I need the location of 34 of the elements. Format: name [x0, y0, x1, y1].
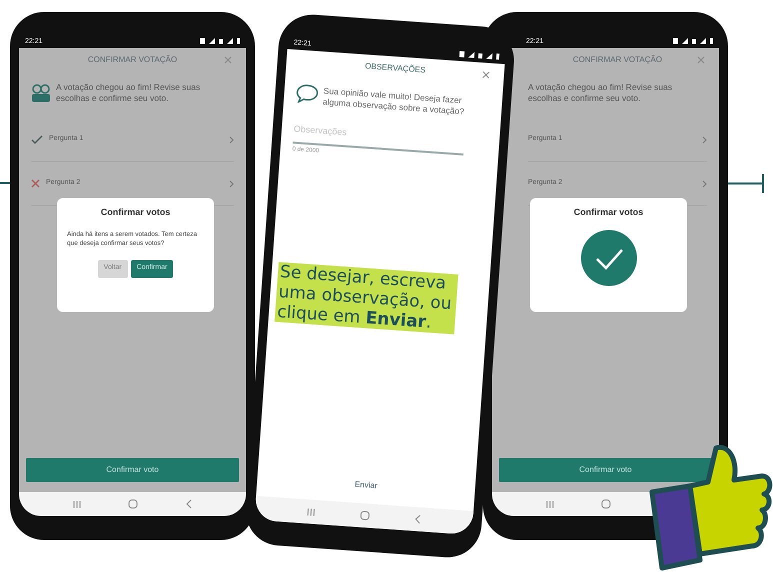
dialog-title: Confirmar votos — [100, 206, 170, 219]
intro-text: A votação chegou ao fim! Revise suas escolhas e confirme seu voto. — [56, 82, 202, 104]
close-icon — [224, 56, 232, 64]
status-icons-drawing — [200, 37, 240, 45]
check-circle-icon — [580, 230, 636, 286]
confirm-vote-button[interactable]: Confirmar voto — [26, 458, 239, 482]
close-icon — [482, 70, 490, 80]
speech-bubble-icon — [296, 84, 319, 104]
intro-text: A votação chegou ao fim! Revise suas escolhas e confirme seu voto. — [528, 82, 674, 104]
intro-text: Sua opinião vale muito! Deseja fazer alguma observação sobre a votação? — [322, 86, 466, 118]
recent-apps-icon[interactable] — [72, 500, 81, 508]
status-icons-drawing — [673, 37, 713, 45]
home-icon[interactable] — [360, 510, 370, 521]
recent-apps-icon[interactable] — [307, 507, 316, 517]
chevron-right-icon — [229, 180, 234, 188]
chevron-right-icon — [702, 180, 707, 188]
connector-line — [727, 174, 764, 193]
send-button[interactable]: Enviar — [346, 474, 386, 497]
dialog-title: Confirmar votos — [574, 206, 644, 219]
screen-title: OBSERVAÇÕES — [364, 60, 426, 77]
screen-title: CONFIRMAR VOTAÇÃO — [88, 54, 178, 66]
chevron-right-icon — [229, 136, 234, 144]
status-icons-drawing — [459, 50, 500, 61]
recent-apps-icon[interactable] — [546, 500, 554, 508]
screen-title: CONFIRMAR VOTAÇÃO — [572, 54, 662, 66]
home-icon[interactable] — [601, 499, 612, 509]
back-icon[interactable] — [414, 514, 421, 524]
home-icon[interactable] — [128, 499, 138, 509]
back-icon[interactable] — [186, 499, 192, 509]
confirm-vote-button[interactable]: Confirmar voto — [499, 458, 712, 482]
close-button[interactable] — [222, 54, 234, 66]
close-button[interactable] — [695, 54, 707, 66]
chevron-right-icon — [702, 136, 707, 144]
close-icon — [697, 56, 705, 64]
